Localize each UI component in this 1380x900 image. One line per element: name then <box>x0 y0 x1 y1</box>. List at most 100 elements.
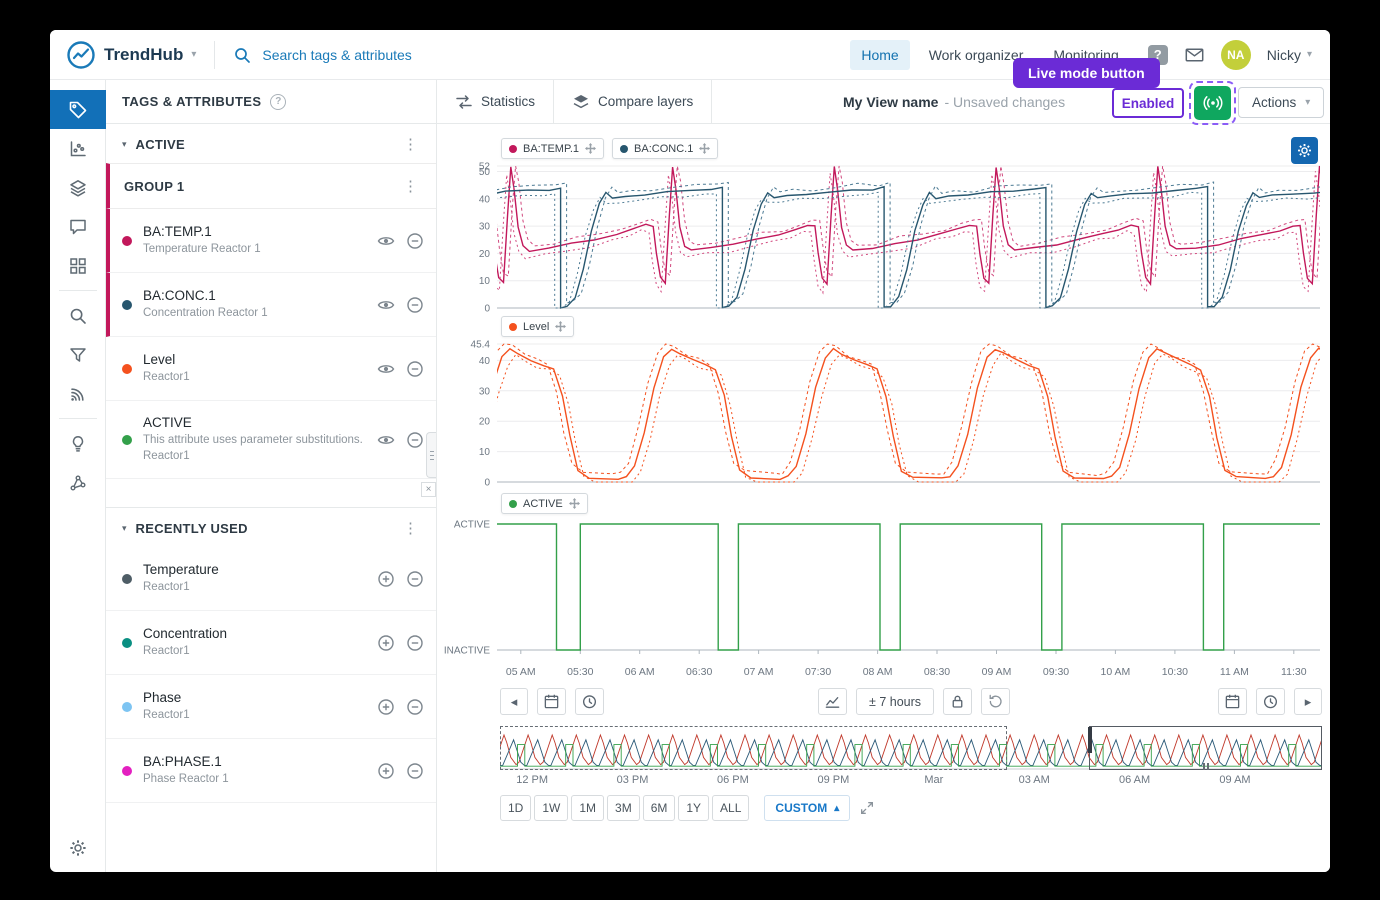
overview-compare-window[interactable] <box>500 726 1007 770</box>
rail-context-button[interactable] <box>50 463 106 502</box>
remove-tag-button[interactable] <box>406 698 424 716</box>
rail-search-button[interactable] <box>50 296 106 335</box>
kebab-menu-icon[interactable]: ⋮ <box>397 521 424 536</box>
tag-row-phase[interactable]: Phase Reactor1 <box>106 675 436 739</box>
tag-description: Reactor1 <box>143 449 369 465</box>
window-left-grip[interactable] <box>1088 727 1092 753</box>
legend-chip-level[interactable]: Level <box>501 316 574 337</box>
nav-item-home[interactable]: Home <box>850 40 909 70</box>
tag-row-ba-temp-1[interactable]: BA:TEMP.1 Temperature Reactor 1 <box>106 209 436 273</box>
rail-filter-button[interactable] <box>50 335 106 374</box>
visibility-toggle[interactable] <box>377 296 395 314</box>
lock-timespan-button[interactable] <box>943 688 972 715</box>
sidebar-title: TAGS & ATTRIBUTES <box>122 94 261 109</box>
panel-close-button[interactable]: × <box>421 482 436 497</box>
rail-settings-button[interactable] <box>50 838 106 858</box>
legend-chip-ba-conc-1[interactable]: BA:CONC.1 <box>612 138 718 159</box>
rail-tags-button[interactable] <box>50 90 106 129</box>
trend-chart-active[interactable]: ACTIVEINACTIVE <box>437 512 1330 662</box>
tag-row-active[interactable]: ACTIVE This attribute uses parameter sub… <box>106 401 436 479</box>
add-tag-button[interactable] <box>377 570 395 588</box>
move-icon <box>569 498 580 509</box>
visibility-toggle[interactable] <box>377 431 395 449</box>
remove-tag-button[interactable] <box>406 570 424 588</box>
tag-row-ba-phase-1[interactable]: BA:PHASE.1 Phase Reactor 1 <box>106 739 436 803</box>
tag-row-concentration[interactable]: Concentration Reactor1 <box>106 611 436 675</box>
divider <box>214 41 215 69</box>
step-back-button[interactable]: ◂ <box>500 688 528 715</box>
preset-1m-button[interactable]: 1M <box>571 795 604 821</box>
preset-1w-button[interactable]: 1W <box>534 795 568 821</box>
group-row[interactable]: GROUP 1 ⋮ <box>106 163 436 209</box>
remove-tag-button[interactable] <box>406 762 424 780</box>
start-date-button[interactable] <box>537 688 566 715</box>
add-tag-button[interactable] <box>377 698 395 716</box>
trend-chart-temp-conc[interactable]: 5250403020100 <box>437 158 1330 316</box>
visibility-toggle[interactable] <box>377 360 395 378</box>
kebab-menu-icon[interactable]: ⋮ <box>397 137 424 152</box>
tag-row-temperature[interactable]: Temperature Reactor1 <box>106 547 436 611</box>
remove-tag-button[interactable] <box>406 296 424 314</box>
live-mode-enabled-button[interactable]: Enabled <box>1112 88 1184 118</box>
remove-tag-button[interactable] <box>406 634 424 652</box>
visibility-toggle[interactable] <box>377 232 395 250</box>
live-mode-button[interactable] <box>1194 86 1231 120</box>
brand[interactable]: TrendHub ▾ <box>66 40 196 70</box>
rail-layers-button[interactable] <box>50 168 106 207</box>
window-drag-handle[interactable] <box>1203 763 1209 770</box>
preset-all-button[interactable]: ALL <box>712 795 749 821</box>
mail-icon[interactable] <box>1184 45 1205 65</box>
overview-view-window[interactable] <box>1089 726 1322 770</box>
preset-3m-button[interactable]: 3M <box>607 795 640 821</box>
end-date-button[interactable] <box>1218 688 1247 715</box>
panel-resize-handle[interactable] <box>426 432 436 478</box>
custom-range-button[interactable]: CUSTOM ▴ <box>764 795 850 821</box>
remove-tag-button[interactable] <box>406 431 424 449</box>
rail-scatter-button[interactable] <box>50 129 106 168</box>
chart-type-button[interactable] <box>818 688 847 715</box>
global-search[interactable] <box>233 46 490 64</box>
remove-tag-button[interactable] <box>406 232 424 250</box>
duration-button[interactable]: ± 7 hours <box>856 688 934 715</box>
kebab-menu-icon[interactable]: ⋮ <box>397 179 424 194</box>
rail-live-signal-button[interactable] <box>50 374 106 413</box>
x-axis-tick-label: 06 AM <box>625 666 655 678</box>
x-axis-tick-label: 07 AM <box>744 666 774 678</box>
chevron-down-icon[interactable]: ▾ <box>191 49 196 60</box>
overview-strip[interactable] <box>500 726 1322 770</box>
statistics-button[interactable]: Statistics <box>437 80 554 123</box>
end-time-button[interactable] <box>1256 688 1285 715</box>
rail-comments-button[interactable] <box>50 207 106 246</box>
step-forward-button[interactable]: ▸ <box>1294 688 1322 715</box>
preset-6m-button[interactable]: 6M <box>643 795 676 821</box>
expand-overview-button[interactable] <box>859 800 875 816</box>
avatar[interactable]: NA <box>1221 40 1251 70</box>
rail-dashboards-button[interactable] <box>50 246 106 285</box>
legend-chip-active[interactable]: ACTIVE <box>501 493 588 514</box>
legend-chip-ba-temp-1[interactable]: BA:TEMP.1 <box>501 138 604 159</box>
main-area: Statistics Compare layers My View name -… <box>437 80 1330 872</box>
tag-row-level[interactable]: Level Reactor1 <box>106 337 436 401</box>
gear-icon <box>1296 142 1313 159</box>
start-time-button[interactable] <box>575 688 604 715</box>
trend-chart-level[interactable]: 45.4403020100 <box>437 336 1330 488</box>
add-tag-button[interactable] <box>377 762 395 780</box>
help-icon[interactable]: ? <box>270 94 286 110</box>
section-active-header[interactable]: ▾ ACTIVE ⋮ <box>106 124 436 163</box>
rail-recommendations-button[interactable] <box>50 424 106 463</box>
preset-1y-button[interactable]: 1Y <box>678 795 709 821</box>
user-menu[interactable]: Nicky▾ <box>1267 47 1312 63</box>
section-recently-used-header[interactable]: ▾ RECENTLY USED ⋮ <box>106 507 436 547</box>
chart-settings-button[interactable] <box>1291 137 1318 164</box>
tag-row-ba-conc-1[interactable]: BA:CONC.1 Concentration Reactor 1 <box>106 273 436 337</box>
expand-icon <box>859 800 875 816</box>
actions-button[interactable]: Actions ▾ <box>1238 87 1324 118</box>
x-axis-tick-label: 08 AM <box>863 666 893 678</box>
compare-layers-button[interactable]: Compare layers <box>554 80 712 123</box>
preset-1d-button[interactable]: 1D <box>500 795 531 821</box>
x-axis-tick-label: 09:30 <box>1043 666 1069 678</box>
reset-history-button[interactable] <box>981 688 1010 715</box>
search-input[interactable] <box>260 46 490 64</box>
remove-tag-button[interactable] <box>406 360 424 378</box>
add-tag-button[interactable] <box>377 634 395 652</box>
